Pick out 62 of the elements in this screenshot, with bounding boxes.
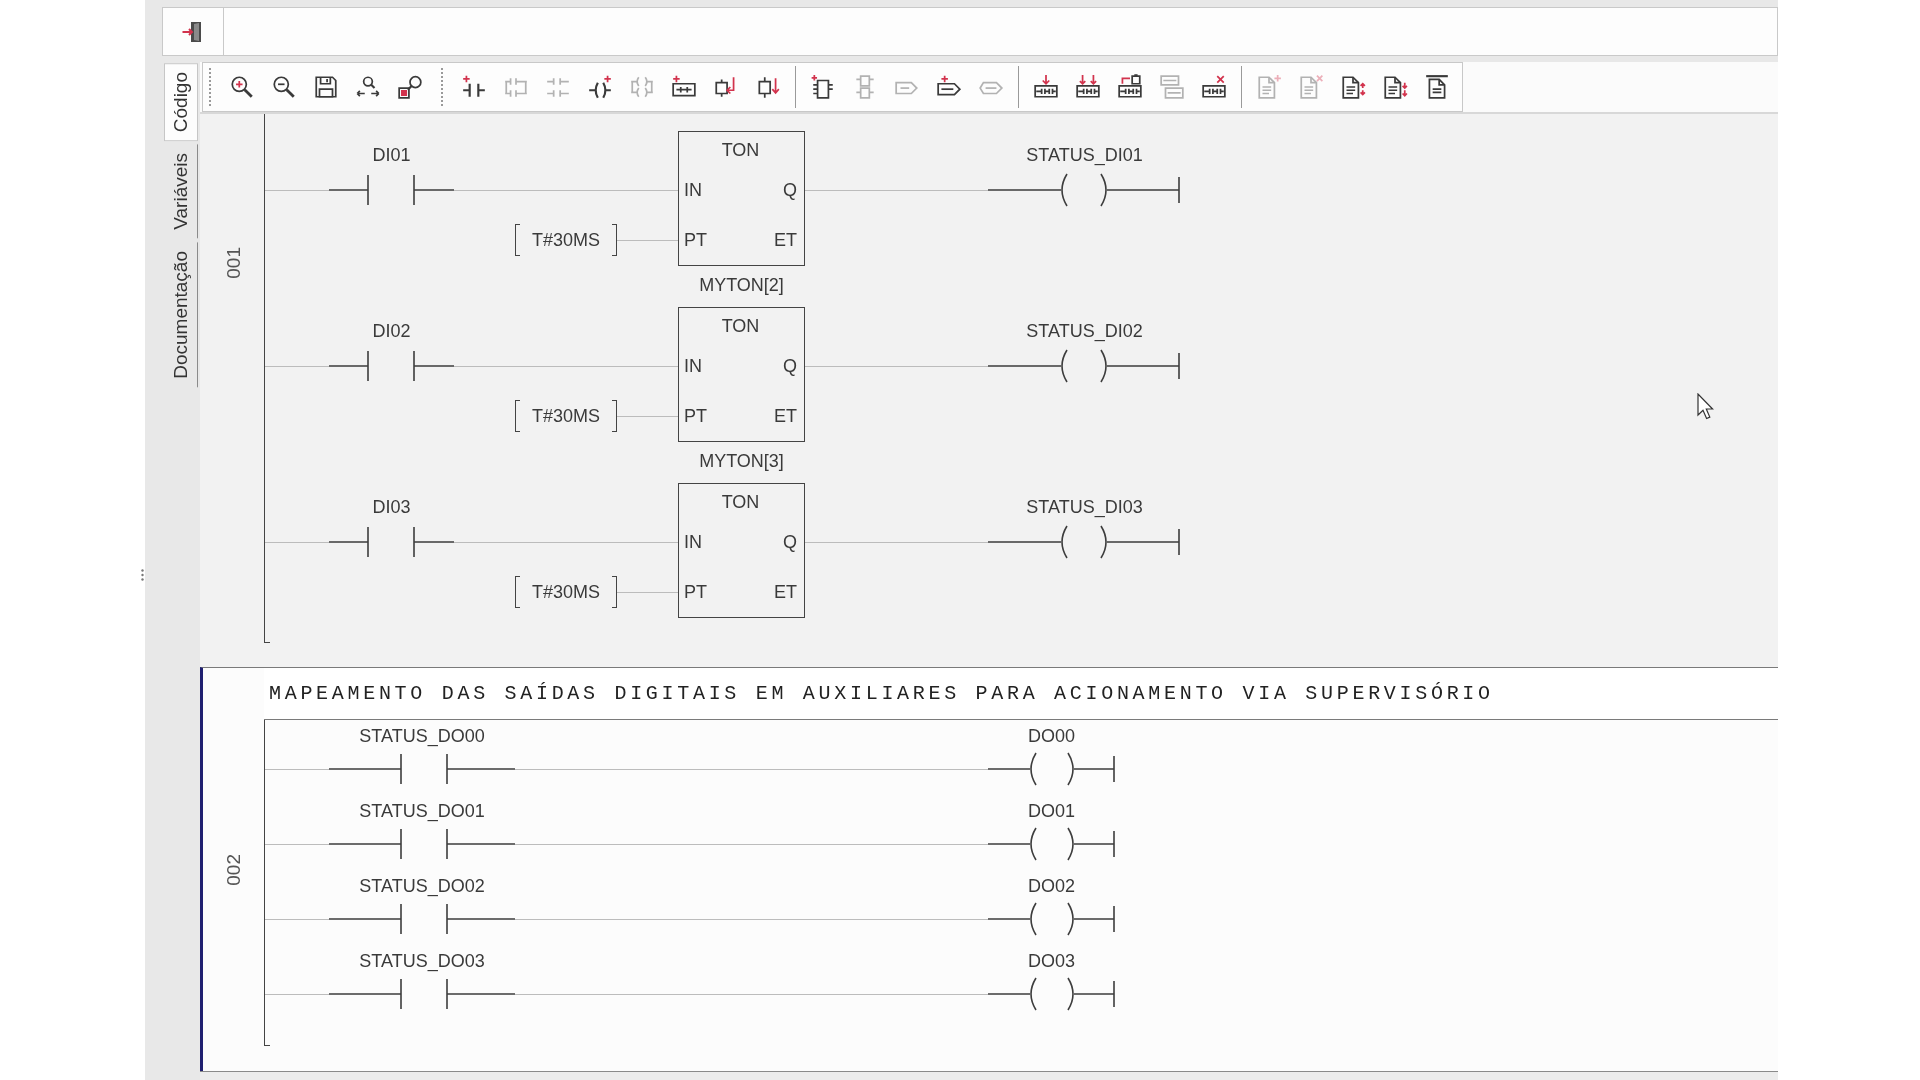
parallel-coils-icon	[629, 74, 655, 100]
coil-label: STATUS_DI01	[1026, 144, 1143, 166]
stacked-rungs-icon	[1159, 74, 1185, 100]
coil-label: DO00	[1028, 725, 1075, 747]
block-plus-icon	[671, 74, 697, 100]
side-tab[interactable]: Variáveis	[164, 144, 198, 239]
instance-label: MYTON[2]	[699, 274, 784, 296]
contact-label: DI02	[372, 320, 411, 342]
pin-label: ET	[774, 581, 797, 603]
contact-label: STATUS_DO03	[359, 950, 485, 972]
pin-label: Q	[783, 179, 797, 201]
coil-label: DO03	[1028, 950, 1075, 972]
preset-value: T#30MS	[515, 224, 617, 256]
rung-cross-icon	[1201, 74, 1227, 100]
pin-label: PT	[684, 405, 707, 427]
pin-label: ET	[774, 229, 797, 251]
coil-label: DO02	[1028, 875, 1075, 897]
side-tab[interactable]: Código	[164, 63, 198, 142]
contact-plus-icon	[461, 74, 487, 100]
rung-double-arrow-icon	[1075, 74, 1101, 100]
page-top-bar-icon	[1424, 74, 1450, 100]
rung-clipboard-icon	[1117, 74, 1143, 100]
rung-down-arrow-icon	[1033, 74, 1059, 100]
contact-label: DI01	[372, 144, 411, 166]
search-arrows-icon	[355, 74, 381, 100]
pin-label: IN	[684, 531, 702, 553]
contact-label: DI03	[372, 496, 411, 518]
page-up-down-arrows-icon	[1340, 74, 1366, 100]
page-plus-icon	[1256, 74, 1282, 100]
pin-label: ET	[774, 405, 797, 427]
magnifier-box-icon	[397, 74, 423, 100]
page-cross-icon	[1298, 74, 1324, 100]
coil-plus-icon	[587, 74, 613, 100]
pin-label: Q	[783, 531, 797, 553]
side-tab[interactable]: Documentação	[164, 241, 198, 388]
block-type-label: TON	[721, 315, 760, 337]
coil-label: STATUS_DI02	[1026, 320, 1143, 342]
coil-label: STATUS_DI03	[1026, 496, 1143, 518]
contact-label: STATUS_DO00	[359, 725, 485, 747]
block-type-label: TON	[721, 139, 760, 161]
mouse-pointer-icon	[1697, 393, 1714, 420]
contact-label: STATUS_DO02	[359, 875, 485, 897]
function-block-plus-icon	[810, 74, 836, 100]
coil-label: DO01	[1028, 800, 1075, 822]
pin-label: Q	[783, 355, 797, 377]
zoom-in-icon	[229, 74, 255, 100]
page-down-arrows-icon	[1382, 74, 1408, 100]
preset-value: T#30MS	[515, 400, 617, 432]
block-type-label: TON	[721, 491, 760, 513]
rung-number: 002	[222, 853, 245, 886]
save-icon	[313, 74, 339, 100]
contact-label: STATUS_DO01	[359, 800, 485, 822]
box-down-arrow-icon	[755, 74, 781, 100]
rung-number: 001	[222, 247, 245, 279]
pin-label: IN	[684, 179, 702, 201]
zoom-out-icon	[271, 74, 297, 100]
preset-value: T#30MS	[515, 576, 617, 608]
pin-label: PT	[684, 229, 707, 251]
pin-label: IN	[684, 355, 702, 377]
pin-label: PT	[684, 581, 707, 603]
instance-label: MYTON[3]	[699, 450, 784, 472]
grip-dots-icon[interactable]	[141, 569, 144, 581]
